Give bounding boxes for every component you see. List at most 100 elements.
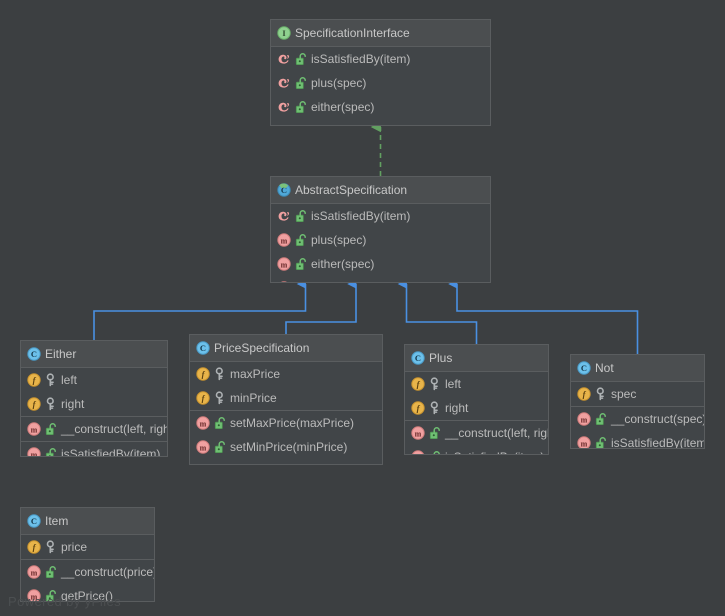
public-unlock-icon: [214, 440, 225, 454]
field-icon: f: [196, 391, 210, 405]
method-icon: m: [196, 416, 210, 430]
uml-class-either[interactable]: C Either f left f right m __construct(left, rig…: [20, 340, 168, 457]
uml-member-row[interactable]: m isSatisfiedBy(item): [571, 431, 704, 448]
private-key-icon: [45, 397, 56, 411]
uml-class-name: Either: [45, 347, 77, 361]
uml-class-abstract-specification[interactable]: C AbstractSpecification isSatisfiedBy(item…: [270, 176, 491, 283]
uml-class-header-price-specification[interactable]: C PriceSpecification: [190, 335, 382, 362]
abstract-class-icon: C: [277, 183, 291, 197]
private-key-icon: [595, 387, 606, 401]
uml-class-header-plus[interactable]: C Plus: [405, 345, 548, 372]
uml-member-row[interactable]: f maxPrice: [190, 362, 382, 386]
method-icon: m: [27, 447, 41, 456]
uml-member-section: f left f right: [405, 372, 548, 421]
uml-member-section: f price: [21, 535, 154, 560]
uml-member-row[interactable]: m either(spec): [271, 252, 490, 276]
public-unlock-icon: [295, 257, 306, 271]
uml-member-row[interactable]: isSatisfiedBy(item): [271, 204, 490, 228]
uml-member-label: plus(spec): [311, 233, 367, 247]
uml-member-row[interactable]: m isSatisfiedBy(item): [405, 445, 548, 454]
uml-member-row[interactable]: m __construct(left, right): [405, 421, 548, 445]
uml-class-header-specification-interface[interactable]: I SpecificationInterface: [271, 20, 490, 47]
abstract-method-icon: [277, 124, 291, 125]
field-icon: f: [196, 367, 210, 381]
uml-member-row[interactable]: m setMinPrice(minPrice): [190, 435, 382, 459]
uml-class-header-not[interactable]: C Not: [571, 355, 704, 382]
uml-class-name: Plus: [429, 351, 453, 365]
uml-member-label: isSatisfiedBy(item): [230, 464, 329, 465]
uml-member-row[interactable]: plus(spec): [271, 71, 490, 95]
uml-member-label: minPrice: [230, 391, 277, 405]
uml-member-row[interactable]: f spec: [571, 382, 704, 406]
svg-text:m: m: [281, 260, 288, 269]
edge-plus-extends-abstractspec[interactable]: [397, 279, 478, 344]
private-key-icon: [214, 367, 225, 381]
public-unlock-icon: [295, 233, 306, 247]
uml-class-not[interactable]: C Not f spec m __construct(spec) m isSatisfiedB…: [570, 354, 705, 449]
uml-member-row[interactable]: either(spec): [271, 95, 490, 119]
uml-class-header-abstract-specification[interactable]: C AbstractSpecification: [271, 177, 490, 204]
svg-text:C: C: [200, 343, 206, 353]
uml-member-section: m __construct(spec) m isSatisfiedBy(item): [571, 407, 704, 448]
uml-member-row[interactable]: f left: [405, 372, 548, 396]
uml-member-row[interactable]: f price: [21, 535, 154, 559]
uml-member-label: isSatisfiedBy(item): [311, 52, 411, 66]
svg-text:m: m: [415, 429, 422, 438]
field-icon: f: [27, 540, 41, 554]
uml-member-row[interactable]: m isSatisfiedBy(item): [190, 459, 382, 465]
field-icon: f: [411, 377, 425, 391]
uml-member-label: right: [61, 397, 85, 411]
uml-member-row[interactable]: f left: [21, 368, 167, 392]
public-unlock-icon: [45, 422, 56, 436]
uml-class-name: SpecificationInterface: [295, 26, 410, 40]
uml-member-section: m setMaxPrice(maxPrice) m setMinPrice(minPr…: [190, 411, 382, 465]
uml-class-header-item[interactable]: C Item: [21, 508, 154, 535]
uml-member-row[interactable]: isSatisfiedBy(item): [271, 47, 490, 71]
uml-member-row[interactable]: m __construct(spec): [571, 407, 704, 431]
uml-member-row[interactable]: m isSatisfiedBy(item): [21, 442, 167, 457]
public-unlock-icon: [295, 52, 306, 66]
method-icon: m: [411, 426, 425, 440]
interface-icon: I: [277, 26, 291, 40]
svg-text:C: C: [415, 353, 421, 363]
class-icon: C: [196, 341, 210, 355]
uml-class-specification-interface[interactable]: I SpecificationInterface isSatisfiedBy(ite…: [270, 19, 491, 126]
uml-member-label: either(spec): [311, 100, 375, 114]
uml-class-header-either[interactable]: C Either: [21, 341, 167, 368]
uml-member-row[interactable]: m __construct(left, right): [21, 417, 167, 441]
uml-member-label: left: [61, 373, 78, 387]
uml-member-row[interactable]: not(): [271, 119, 490, 125]
edge-pricespec-extends-abstractspec[interactable]: [285, 279, 357, 334]
uml-diagram-canvas[interactable]: I SpecificationInterface isSatisfiedBy(ite…: [0, 0, 725, 616]
uml-class-plus[interactable]: C Plus fleftfright m __construct(left, right…: [404, 344, 549, 455]
uml-member-label: __construct(left, right): [61, 422, 168, 436]
method-icon: m: [277, 257, 291, 271]
uml-member-row[interactable]: m __construct(price): [21, 560, 154, 584]
uml-class-item[interactable]: C Item f price m __construct(price) m getPrice(…: [20, 507, 155, 602]
abstract-method-icon: [277, 52, 291, 66]
edge-either-extends-abstractspec[interactable]: [93, 279, 307, 340]
field-icon: f: [27, 373, 41, 387]
uml-member-label: not(): [311, 281, 336, 282]
public-unlock-icon: [295, 76, 306, 90]
uml-member-row[interactable]: m plus(spec): [271, 228, 490, 252]
uml-member-row[interactable]: f right: [21, 392, 167, 416]
uml-class-price-specification[interactable]: C PriceSpecification f maxPrice f minPrice m se…: [189, 334, 383, 465]
private-key-icon: [45, 540, 56, 554]
class-icon: C: [411, 351, 425, 365]
uml-member-row[interactable]: f right: [405, 396, 548, 420]
method-icon: m: [27, 565, 41, 579]
public-unlock-icon: [295, 124, 306, 125]
private-key-icon: [429, 377, 440, 391]
public-unlock-icon: [295, 281, 306, 282]
svg-text:m: m: [581, 415, 588, 424]
uml-member-label: isSatisfiedBy(item): [61, 447, 161, 457]
uml-member-label: __construct(left, right): [445, 426, 548, 440]
public-unlock-icon: [45, 447, 56, 456]
uml-member-row[interactable]: m setMaxPrice(maxPrice): [190, 411, 382, 435]
uml-member-row[interactable]: f minPrice: [190, 386, 382, 410]
uml-member-row[interactable]: m not(): [271, 276, 490, 282]
private-key-icon: [429, 401, 440, 415]
uml-member-label: __construct(price): [61, 565, 155, 579]
uml-member-section: f left f right: [21, 368, 167, 417]
